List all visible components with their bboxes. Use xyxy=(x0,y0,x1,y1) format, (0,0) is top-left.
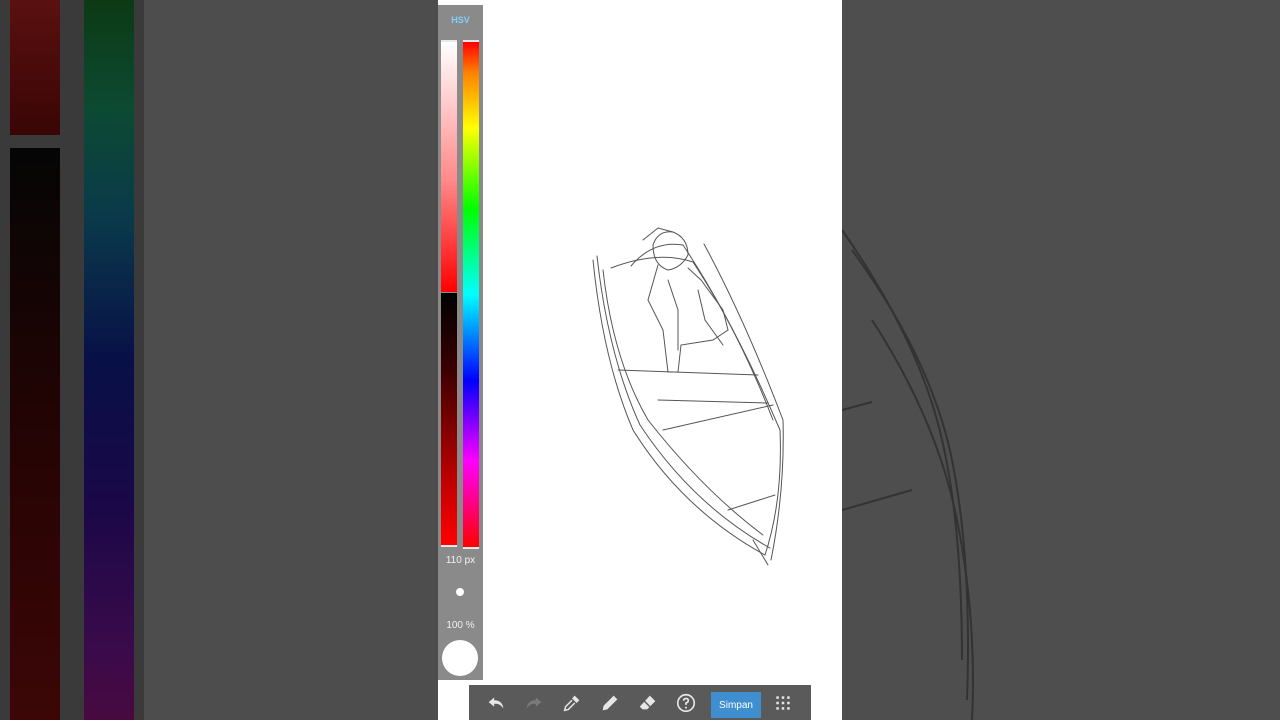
hsv-mode-toggle[interactable]: HSV xyxy=(438,15,483,25)
bottom-toolbar: Simpan xyxy=(469,685,811,720)
redo-button[interactable] xyxy=(520,689,548,717)
eyedropper-button[interactable] xyxy=(558,689,586,717)
drawing-canvas[interactable] xyxy=(483,0,842,685)
blurred-background-left xyxy=(0,0,438,720)
blurred-saturation-bar xyxy=(10,0,60,135)
app-screen: HSV 110 px 100 % Simpan xyxy=(438,0,842,720)
help-button[interactable] xyxy=(672,689,700,717)
blurred-background-right xyxy=(842,0,1280,720)
eraser-icon xyxy=(639,695,656,710)
help-icon xyxy=(676,693,696,713)
current-color-swatch[interactable] xyxy=(442,640,478,676)
value-slider[interactable] xyxy=(441,293,457,547)
boat-sketch xyxy=(592,227,784,566)
brush-size-preview xyxy=(456,588,464,596)
save-button[interactable]: Simpan xyxy=(711,692,761,718)
color-picker-panel: HSV 110 px 100 % xyxy=(438,5,483,680)
undo-icon xyxy=(488,697,504,709)
brush-size-label[interactable]: 110 px xyxy=(438,555,483,566)
pen-icon xyxy=(602,695,618,711)
grid-menu-icon xyxy=(776,696,790,710)
saturation-slider[interactable] xyxy=(441,40,457,292)
redo-icon xyxy=(526,697,542,709)
blurred-value-bar xyxy=(10,148,60,720)
blurred-hue-bar xyxy=(84,0,134,720)
menu-button[interactable] xyxy=(769,689,797,717)
eraser-button[interactable] xyxy=(634,689,662,717)
hue-slider[interactable] xyxy=(463,40,479,549)
undo-button[interactable] xyxy=(482,689,510,717)
eyedropper-icon xyxy=(563,695,580,712)
blurred-sketch-lines xyxy=(842,229,974,720)
pen-button[interactable] xyxy=(596,689,624,717)
opacity-label[interactable]: 100 % xyxy=(438,620,483,631)
